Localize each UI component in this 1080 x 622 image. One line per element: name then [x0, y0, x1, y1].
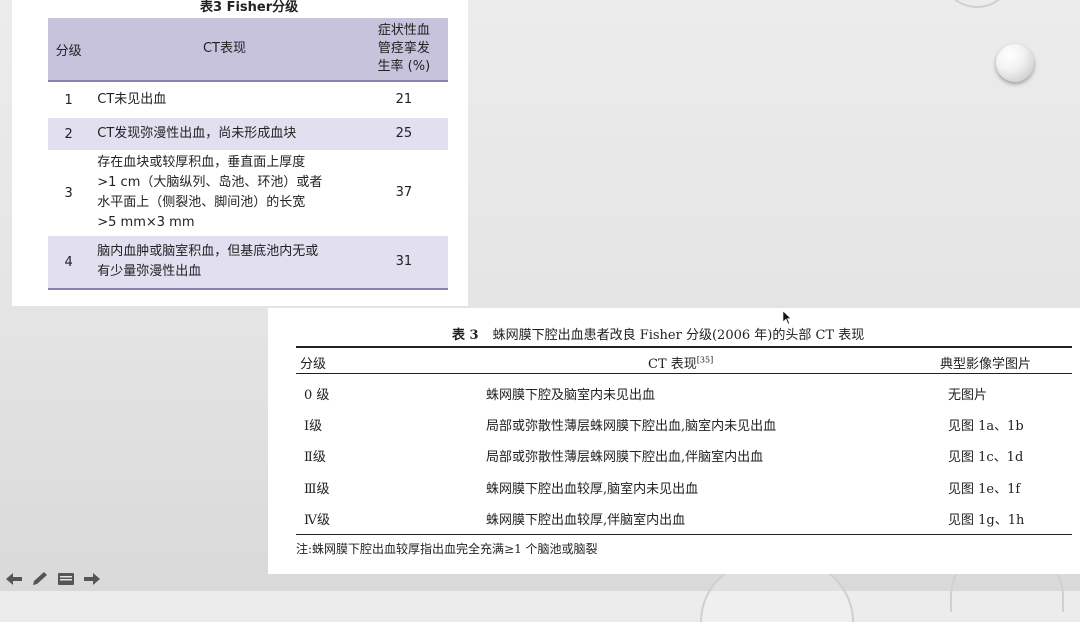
paper-row-ct: 蛛网膜下腔出血较厚,伴脑室内出血 — [486, 513, 686, 528]
paper-row-grade: Ⅱ级 — [304, 450, 326, 465]
paper-row-ct: 蛛网膜下腔及脑室内未见出血 — [486, 388, 656, 403]
paper-header-img: 典型影像学图片 — [940, 357, 1032, 372]
paper-header-ct: CT 表现[35] — [648, 353, 713, 372]
slide-table-caption: 表3 Fisher分级 — [200, 0, 299, 15]
row-grade: 1 — [64, 92, 73, 108]
paper-row-img: 无图片 — [948, 388, 988, 403]
paper-header-ct-text: CT 表现 — [648, 357, 697, 372]
table-mid-rule — [296, 373, 1072, 374]
header-rate-line: 症状性血 — [377, 23, 430, 38]
header-rate: 症状性血 管痉挛发 生率 (%) — [359, 18, 448, 82]
table-row: 4 脑内血肿或脑室积血，但基底池内无或 有少量弥漫性出血 31 — [48, 236, 448, 290]
row-ct: CT发现弥漫性出血，尚未形成血块 — [89, 118, 360, 150]
paper-row-grade: Ⅲ级 — [304, 482, 330, 497]
header-rate-line: 生率 (%) — [377, 59, 431, 74]
row-ct-line: 存在血块或较厚积血，垂直面上厚度 — [97, 155, 306, 170]
row-ct: 脑内血肿或脑室积血，但基底池内无或 有少量弥漫性出血 — [89, 236, 360, 290]
paper-row-grade: Ⅰ级 — [304, 419, 323, 434]
table-top-rule — [296, 346, 1072, 348]
paper-row-grade: Ⅳ级 — [304, 513, 330, 528]
row-ct: 存在血块或较厚积血，垂直面上厚度 >1 cm（大脑纵列、岛池、环池）或者 水平面… — [89, 150, 359, 236]
pen-icon — [33, 572, 47, 585]
row-rate: 21 — [395, 92, 413, 107]
row-grade: 2 — [48, 118, 90, 150]
paper-table-panel: 表 3 蛛网膜下腔出血患者改良 Fisher 分级(2006 年)的头部 CT 表… — [268, 308, 1080, 574]
menu-icon — [58, 573, 74, 585]
arrow-left-icon — [6, 573, 22, 585]
table-header-row: 分级 CT表现 症状性血 管痉挛发 生率 (%) — [48, 18, 448, 82]
header-grade: 分级 — [48, 18, 90, 82]
paper-row-img: 见图 1g、1h — [948, 513, 1025, 528]
row-grade: 3 — [64, 185, 73, 201]
row-rate: 37 — [395, 185, 413, 200]
paper-table-note: 注:蛛网膜下腔出血较厚指出血完全充满≥1 个脑池或脑裂 — [296, 542, 598, 556]
table-bottom-rule — [296, 534, 1072, 535]
paper-row-ct: 蛛网膜下腔出血较厚,脑室内未见出血 — [486, 482, 699, 497]
slideshow-toolbar — [4, 570, 102, 588]
paper-row-grade: 0 级 — [304, 388, 330, 403]
next-slide-button[interactable] — [82, 570, 102, 588]
paper-header-ct-ref: [35] — [696, 355, 714, 365]
row-rate: 25 — [359, 118, 448, 150]
slide-menu-button[interactable] — [56, 570, 76, 588]
table-row: 1 CT未见出血 21 — [48, 81, 448, 118]
paper-row-ct: 局部或弥散性薄层蛛网膜下腔出血,脑室内未见出血 — [486, 419, 777, 434]
table-row: 3 存在血块或较厚积血，垂直面上厚度 >1 cm（大脑纵列、岛池、环池）或者 水… — [48, 150, 448, 236]
header-ct: CT表现 — [89, 18, 360, 82]
paper-row-img: 见图 1e、1f — [948, 482, 1021, 497]
paper-header-grade: 分级 — [300, 357, 327, 372]
header-rate-line: 管痉挛发 — [377, 41, 430, 56]
row-ct-line: 脑内血肿或脑室积血，但基底池内无或 — [97, 244, 319, 259]
paper-row-img: 见图 1a、1b — [948, 419, 1024, 434]
arrow-right-icon — [84, 573, 100, 585]
mouse-cursor-icon — [783, 311, 791, 325]
paper-caption-label: 表 3 — [452, 328, 479, 343]
decorative-bubble — [940, 0, 1014, 8]
paper-row-img: 见图 1c、1d — [948, 450, 1024, 465]
previous-slide-button[interactable] — [4, 570, 24, 588]
pen-tool-button[interactable] — [30, 570, 50, 588]
row-grade: 4 — [48, 236, 90, 290]
slide-table-panel: 表3 Fisher分级 分级 CT表现 症状性血 管痉挛发 生率 (%) 1 C… — [12, 0, 468, 306]
row-ct-line: >1 cm（大脑纵列、岛池、环池）或者 — [97, 175, 323, 190]
table-row: 2 CT发现弥漫性出血，尚未形成血块 25 — [48, 118, 448, 150]
decorative-bubble — [996, 44, 1034, 82]
row-ct-line: >5 mm×3 mm — [97, 215, 195, 230]
paper-row-ct: 局部或弥散性薄层蛛网膜下腔出血,伴脑室内出血 — [486, 450, 764, 465]
fisher-grade-table: 分级 CT表现 症状性血 管痉挛发 生率 (%) 1 CT未见出血 21 2 C… — [48, 18, 448, 290]
row-ct: CT未见出血 — [97, 92, 167, 107]
paper-caption-text: 蛛网膜下腔出血患者改良 Fisher 分级(2006 年)的头部 CT 表现 — [492, 328, 865, 343]
paper-table-caption: 表 3 蛛网膜下腔出血患者改良 Fisher 分级(2006 年)的头部 CT 表… — [452, 324, 864, 343]
row-ct-line: 有少量弥漫性出血 — [97, 264, 202, 279]
row-ct-line: 水平面上（侧裂池、脚间池）的长宽 — [97, 195, 306, 210]
row-rate: 31 — [359, 236, 448, 290]
